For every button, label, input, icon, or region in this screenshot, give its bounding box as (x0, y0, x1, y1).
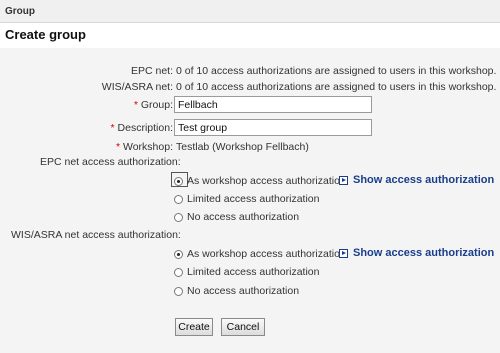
wis-section-title: WIS/ASRA net access authorization: (11, 229, 181, 241)
radio-unselected[interactable] (174, 286, 183, 296)
epc-net-value: 0 of 10 access authorizations are assign… (176, 65, 497, 77)
wis-option-none[interactable]: No access authorization (174, 285, 299, 297)
workshop-value: Testlab (Workshop Fellbach) (176, 141, 309, 153)
wis-show-authorization-link[interactable]: Show access authorization (339, 247, 494, 259)
epc-show-authorization-label: Show access authorization (353, 174, 495, 186)
wis-option-limited-label: Limited access authorization (187, 266, 320, 278)
workshop-label-text: Workshop: (123, 141, 173, 153)
required-marker: * (133, 99, 138, 111)
epc-option-limited[interactable]: Limited access authorization (174, 193, 320, 205)
wis-show-authorization-label: Show access authorization (353, 247, 495, 259)
top-bar-title: Group (5, 6, 35, 17)
description-input[interactable]: Test group (174, 119, 372, 136)
epc-option-workshop-label: As workshop access authorization (187, 175, 346, 187)
wis-option-limited[interactable]: Limited access authorization (174, 266, 320, 278)
required-marker: * (115, 141, 121, 153)
play-arrow-icon (339, 175, 348, 185)
create-button[interactable]: Create (175, 318, 213, 336)
page-title: Create group (5, 27, 86, 42)
radio-unselected[interactable] (174, 267, 183, 277)
radio-unselected[interactable] (174, 194, 183, 204)
radio-selected[interactable] (174, 176, 183, 186)
wis-option-workshop[interactable]: As workshop access authorization (174, 248, 346, 260)
play-arrow-icon (339, 248, 348, 258)
group-label-text: Group: (140, 99, 173, 111)
epc-net-label: EPC net: (130, 65, 173, 77)
epc-option-workshop[interactable]: As workshop access authorization (174, 175, 346, 187)
group-input-value: Fellbach (178, 98, 218, 111)
group-label: * Group: (134, 99, 173, 111)
top-bar: Group (0, 0, 500, 23)
workshop-label: * Workshop: (116, 141, 173, 153)
required-marker: * (110, 122, 115, 134)
description-label-text: Description: (117, 122, 173, 134)
wis-net-label: WIS/ASRA net: (101, 81, 173, 93)
epc-option-none[interactable]: No access authorization (174, 211, 299, 223)
epc-section-title: EPC net access authorization: (40, 156, 181, 168)
epc-option-none-label: No access authorization (187, 211, 300, 223)
cancel-button[interactable]: Cancel (221, 318, 265, 336)
epc-show-authorization-link[interactable]: Show access authorization (339, 174, 494, 186)
description-label: * Description: (111, 122, 173, 134)
group-input[interactable]: Fellbach (174, 96, 372, 113)
radio-unselected[interactable] (174, 212, 183, 222)
wis-option-none-label: No access authorization (187, 285, 300, 297)
description-input-value: Test group (178, 121, 228, 134)
form-panel: EPC net: 0 of 10 access authorizations a… (0, 48, 500, 353)
wis-net-value: 0 of 10 access authorizations are assign… (176, 81, 497, 93)
epc-option-limited-label: Limited access authorization (187, 193, 320, 205)
radio-selected[interactable] (174, 249, 183, 259)
wis-option-workshop-label: As workshop access authorization (187, 248, 346, 260)
